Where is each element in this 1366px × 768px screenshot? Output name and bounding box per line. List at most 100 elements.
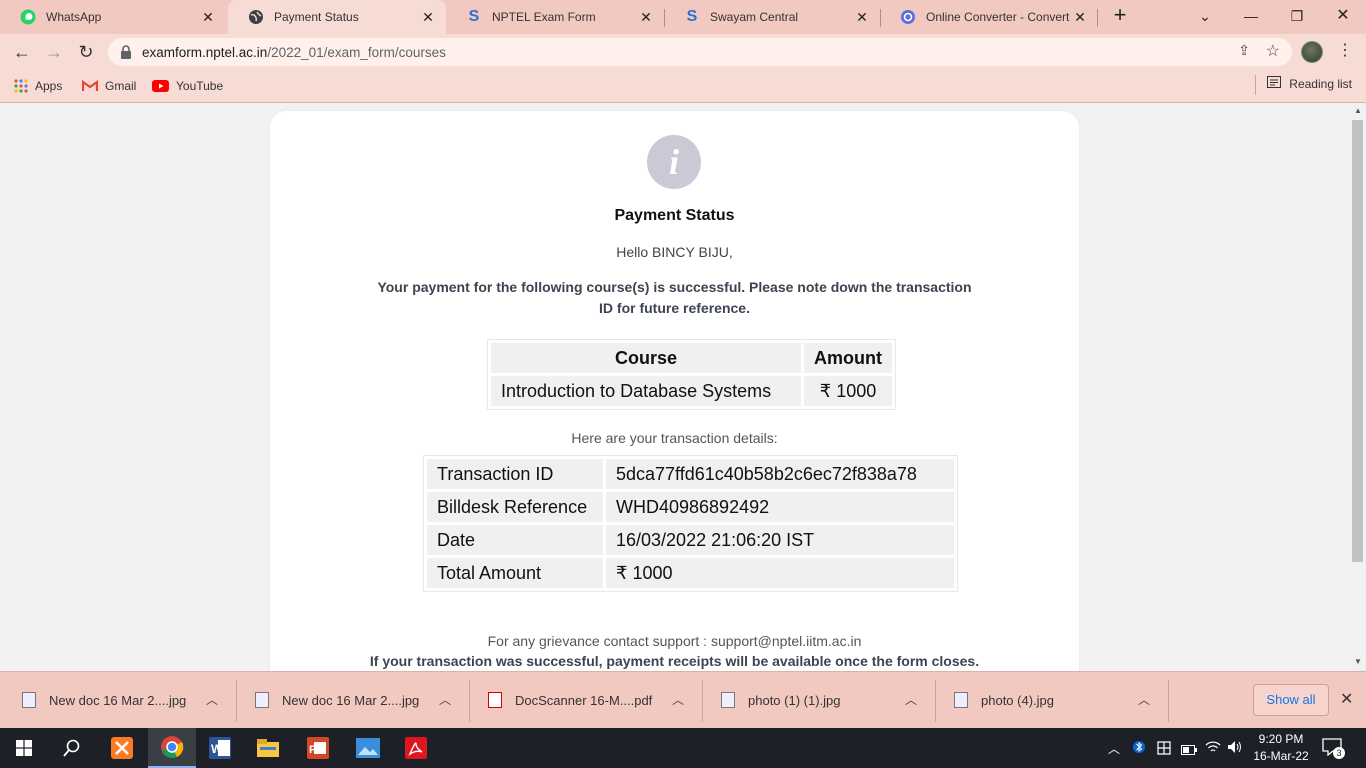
download-filename: New doc 16 Mar 2....jpg xyxy=(282,693,420,708)
acrobat-icon[interactable] xyxy=(392,728,440,768)
share-icon[interactable]: ⇪ xyxy=(1238,42,1250,59)
course-name: Introduction to Database Systems xyxy=(491,376,801,406)
tab-nptel-exam-form[interactable]: S NPTEL Exam Form ✕ xyxy=(446,0,664,34)
wifi-icon[interactable] xyxy=(1205,740,1221,759)
bookmark-gmail[interactable]: Gmail xyxy=(82,76,136,96)
network-tray-icon[interactable] xyxy=(1156,740,1172,761)
table-row: Billdesk Reference WHD40986892492 xyxy=(427,492,954,522)
column-header-course: Course xyxy=(491,343,801,373)
bookmark-label: YouTube xyxy=(176,79,224,93)
clock-time: 9:20 PM xyxy=(1258,732,1304,746)
download-filename: photo (1) (1).jpg xyxy=(748,693,841,708)
address-bar[interactable]: examform.nptel.ac.in/2022_01/exam_form/c… xyxy=(108,38,1292,66)
forward-button[interactable]: → xyxy=(41,40,67,64)
converter-icon xyxy=(900,9,916,25)
scrollbar-thumb[interactable] xyxy=(1352,120,1363,562)
bookmark-label: Gmail xyxy=(105,79,137,93)
column-header-amount: Amount xyxy=(804,343,892,373)
download-item[interactable]: photo (1) (1).jpg ︿ xyxy=(699,672,935,729)
close-tab-icon[interactable]: ✕ xyxy=(636,9,656,26)
photos-icon[interactable] xyxy=(344,728,392,768)
xampp-icon[interactable] xyxy=(98,728,146,768)
battery-icon[interactable] xyxy=(1181,742,1197,760)
minimize-button[interactable]: — xyxy=(1235,4,1267,28)
word-icon[interactable]: W xyxy=(196,728,244,768)
tab-payment-status[interactable]: Payment Status ✕ xyxy=(228,0,446,34)
browser-menu-icon[interactable]: ⋮ xyxy=(1337,40,1353,60)
success-message: Your payment for the following course(s)… xyxy=(377,279,972,316)
profile-avatar[interactable] xyxy=(1301,41,1323,63)
transaction-intro: Here are your transaction details: xyxy=(571,430,778,446)
bluetooth-icon[interactable] xyxy=(1133,738,1145,761)
restore-button[interactable]: ❐ xyxy=(1281,4,1313,28)
tab-online-converter[interactable]: Online Converter - Convert Im ✕ xyxy=(880,0,1098,34)
chevron-up-icon[interactable]: ︿ xyxy=(672,691,684,708)
chevron-up-icon[interactable]: ︿ xyxy=(905,691,917,708)
notification-center-icon[interactable]: 3 xyxy=(1322,738,1346,760)
scroll-up-icon[interactable]: ▲ xyxy=(1352,106,1364,115)
close-tab-icon[interactable]: ✕ xyxy=(1070,9,1090,26)
bookmark-star-icon[interactable]: ☆ xyxy=(1266,41,1280,61)
lock-icon xyxy=(120,45,132,59)
date-value: 16/03/2022 21:06:20 IST xyxy=(606,525,954,555)
table-row: Date 16/03/2022 21:06:20 IST xyxy=(427,525,954,555)
chevron-up-icon[interactable]: ︿ xyxy=(206,691,218,708)
download-item[interactable]: DocScanner 16-M....pdf ︿ xyxy=(466,672,702,729)
chrome-icon[interactable] xyxy=(148,728,196,768)
apps-grid-icon xyxy=(14,79,28,93)
close-tab-icon[interactable]: ✕ xyxy=(852,9,872,26)
windows-start-icon[interactable] xyxy=(0,728,48,768)
url-domain: examform.nptel.ac.in xyxy=(142,44,268,60)
youtube-icon xyxy=(152,80,169,92)
tab-swayam-central[interactable]: S Swayam Central ✕ xyxy=(664,0,880,34)
chevron-up-icon[interactable]: ︿ xyxy=(1138,691,1150,708)
notification-count: 3 xyxy=(1333,747,1345,759)
download-item[interactable]: New doc 16 Mar 2....jpg ︿ xyxy=(0,672,236,729)
close-window-button[interactable]: ✕ xyxy=(1327,4,1359,28)
scroll-down-icon[interactable]: ▼ xyxy=(1352,657,1364,666)
close-downloads-icon[interactable]: ✕ xyxy=(1340,689,1353,709)
receipt-note: If your transaction was successful, paym… xyxy=(369,653,980,669)
browser-chrome: WhatsApp ✕ Payment Status ✕ S NPTEL Exam… xyxy=(0,0,1366,103)
grievance-contact: For any grievance contact support : supp… xyxy=(487,633,862,649)
show-all-button[interactable]: Show all xyxy=(1253,684,1329,716)
office-app-icon[interactable]: P xyxy=(294,728,342,768)
svg-text:P: P xyxy=(309,744,316,756)
reading-list-button[interactable]: Reading list xyxy=(1267,76,1352,91)
close-tab-icon[interactable]: ✕ xyxy=(198,9,218,26)
tab-title: Payment Status xyxy=(274,10,359,24)
reading-list-label: Reading list xyxy=(1289,76,1352,91)
file-explorer-icon[interactable] xyxy=(244,728,292,768)
billdesk-ref-label: Billdesk Reference xyxy=(427,492,603,522)
tab-title: WhatsApp xyxy=(46,10,102,24)
tab-whatsapp[interactable]: WhatsApp ✕ xyxy=(0,0,226,34)
download-filename: photo (4).jpg xyxy=(981,693,1054,708)
bookmark-apps[interactable]: Apps xyxy=(14,76,62,96)
browser-toolbar: ← → ↻ examform.nptel.ac.in/2022_01/exam_… xyxy=(0,34,1366,70)
tab-search-icon[interactable]: ⌄ xyxy=(1189,4,1221,28)
tray-chevron-icon[interactable]: ︿ xyxy=(1108,740,1120,757)
bookmarks-bar: Apps Gmail YouTube Reading list xyxy=(0,70,1366,103)
chevron-up-icon[interactable]: ︿ xyxy=(439,691,451,708)
download-item[interactable]: New doc 16 Mar 2....jpg ︿ xyxy=(233,672,469,729)
volume-icon[interactable] xyxy=(1227,740,1243,759)
total-amount-value: ₹ 1000 xyxy=(606,558,954,588)
new-tab-button[interactable]: + xyxy=(1108,4,1132,28)
image-file-icon xyxy=(22,692,36,708)
windows-taskbar: W P ︿ 9:20 PM 16-Mar-22 3 xyxy=(0,728,1366,768)
payment-card: i Payment Status Hello BINCY BIJU, Your … xyxy=(270,111,1079,671)
download-item[interactable]: photo (4).jpg ︿ xyxy=(932,672,1168,729)
reload-button[interactable]: ↻ xyxy=(73,40,99,64)
taskbar-clock[interactable]: 9:20 PM 16-Mar-22 xyxy=(1248,731,1314,765)
reading-list-icon xyxy=(1267,76,1282,91)
bookmark-youtube[interactable]: YouTube xyxy=(152,76,223,96)
pdf-file-icon xyxy=(488,692,502,708)
transaction-table: Transaction ID 5dca77ffd61c40b58b2c6ec72… xyxy=(423,455,958,592)
back-button[interactable]: ← xyxy=(9,40,35,64)
close-tab-icon[interactable]: ✕ xyxy=(418,9,438,26)
clock-date: 16-Mar-22 xyxy=(1253,749,1309,763)
url-path: /2022_01/exam_form/courses xyxy=(267,44,446,60)
search-icon[interactable] xyxy=(48,728,96,768)
bookmark-label: Apps xyxy=(35,79,63,93)
tab-title: Online Converter - Convert Im xyxy=(926,10,1070,24)
